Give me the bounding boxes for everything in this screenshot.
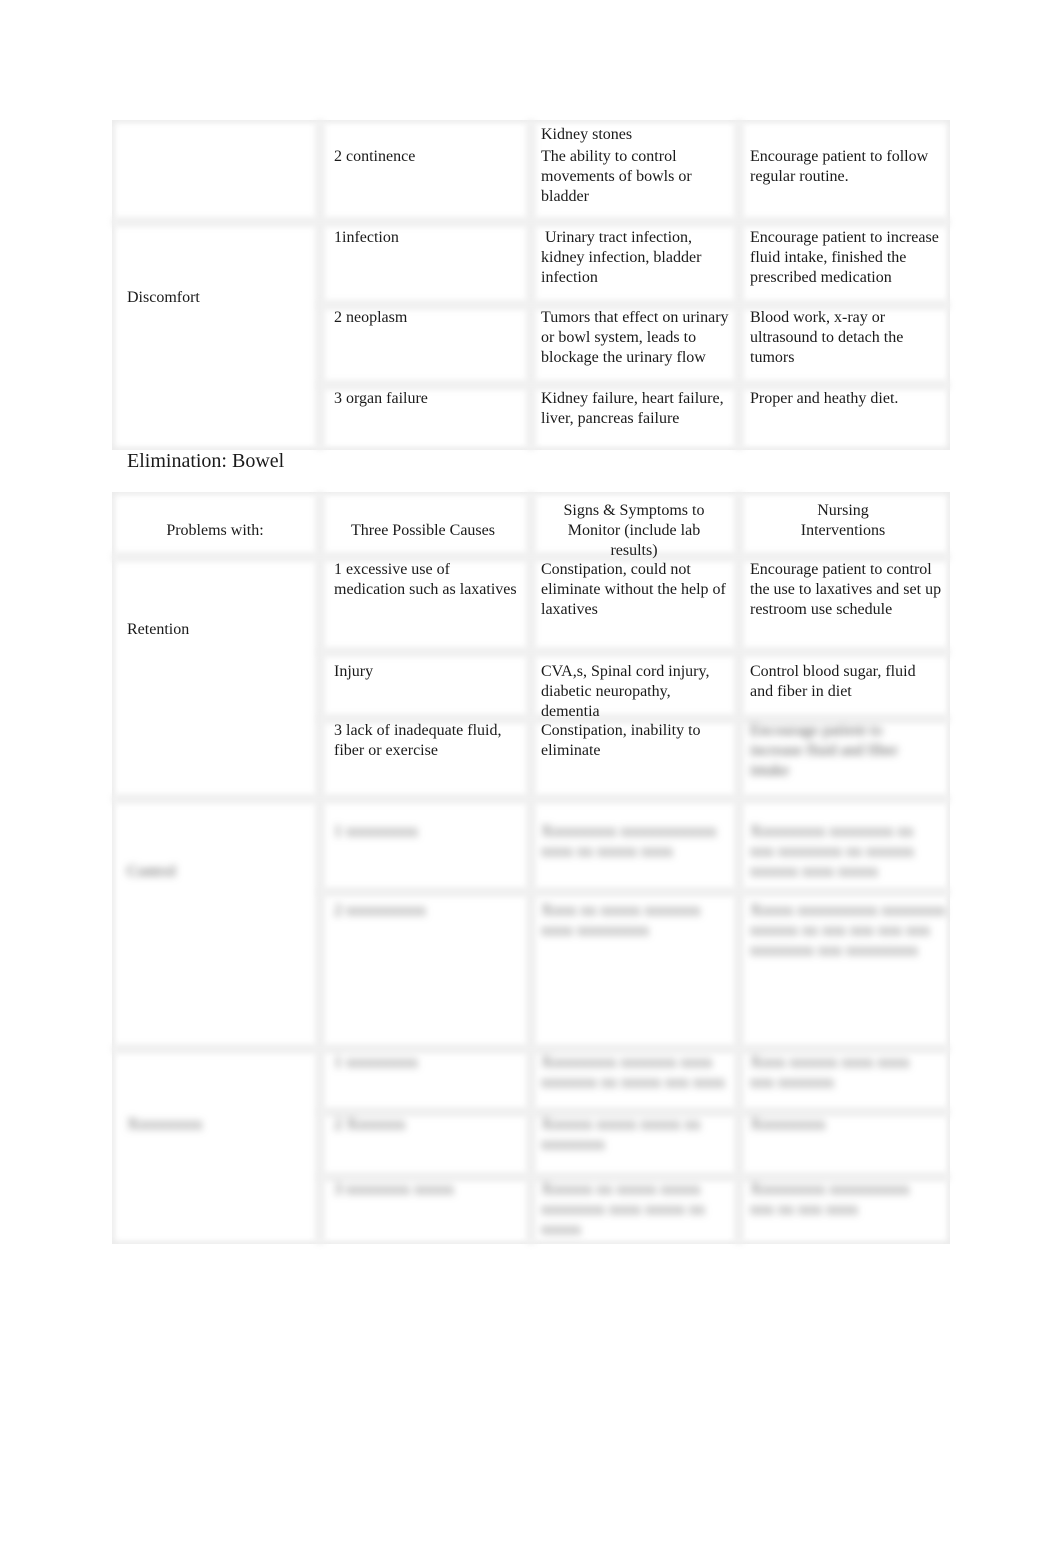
table-cell-intervention: Encourage patient to increase fluid inta…	[750, 229, 939, 286]
table-cell-cause: Injury	[334, 663, 374, 680]
column-divider	[526, 492, 536, 1244]
table-cell-signs: The ability to control movements of bowl…	[541, 148, 692, 205]
section-heading: Elimination: Bowel	[127, 450, 285, 472]
header-problem: Problems with:	[166, 522, 264, 539]
table-cell-cause: 2 Xxxxxxx	[334, 1116, 406, 1133]
header-cause: Three Possible Causes	[351, 522, 495, 539]
header-signs: Signs & Symptoms to Monitor (include lab…	[563, 502, 705, 559]
table-cell-cause: 2 xxxxxxxxxx	[334, 902, 426, 919]
table-cell-signs: Kidney failure, heart failure, liver, pa…	[541, 390, 724, 427]
table-cell-intervention: Encourage patient to control the use to …	[750, 561, 942, 618]
table-cell-cause: 3 organ failure	[334, 390, 428, 407]
table-cell-signs: Xxxxxxxxx xxxxxxx xxxx xxxxxxx xx xxxxx …	[541, 1054, 725, 1091]
table-cell-problem: Retention	[127, 621, 190, 638]
column-divider	[315, 120, 325, 450]
row-divider	[112, 217, 950, 227]
column-divider	[315, 492, 325, 1244]
table-cell-cause: 3 xxxxxxxx xxxxx	[334, 1181, 454, 1198]
table-cell-intervention: Xxxxxxxxx	[750, 1116, 826, 1133]
table-cell-intervention: Xxxxxxxxx xxxxxxxxxx xxx xx xxx xxxx	[750, 1181, 910, 1218]
table-cell-intervention: Xxxx xxxxxx xxxx xxxx xxx xxxxxxx	[750, 1054, 910, 1091]
table-cell-intervention: Encourage patient to follow regular rout…	[750, 148, 929, 185]
table-cell-signs: Constipation, could not eliminate withou…	[541, 561, 726, 618]
table-cell-cause: 2 continence	[334, 148, 416, 165]
column-divider	[734, 492, 744, 1244]
row-divider	[317, 887, 950, 897]
table-cell-problem: Control	[127, 863, 176, 880]
table-cell-signs: Constipation, inability to eliminate	[541, 722, 701, 759]
table-cell-problem: Discomfort	[127, 289, 200, 306]
table-cell-signs: Kidney stones	[541, 126, 633, 143]
table-cell-signs: Tumors that effect on urinary or bowl sy…	[541, 309, 729, 366]
table-cell-cause: 3 lack of inadequate fluid, fiber or exe…	[334, 722, 502, 759]
table-cell-signs: Xxxxxx xx xxxxx xxxxx xxxxxxxx xxxx xxxx…	[541, 1181, 705, 1238]
table-cell-intervention: Xxxxxxxxx xxxxxxxx xx xxx xxxxxxxx xx xx…	[750, 823, 914, 880]
table-cell-cause: 2 neoplasm	[334, 309, 408, 326]
column-divider	[734, 120, 744, 450]
table-cell-cause: 1 excessive use of medication such as la…	[334, 561, 517, 598]
table-cell-signs: Xxxxxxxxx xxxxxxxxxxxx xxxx xx xxxxx xxx…	[541, 823, 717, 860]
table-cell-intervention: Proper and heathy diet.	[750, 390, 899, 407]
table-cell-intervention: Control blood sugar, fluid and fiber in …	[750, 663, 916, 700]
header-intervention: Nursing Interventions	[800, 502, 886, 539]
column-divider	[526, 120, 536, 450]
table-cell-intervention: Encourage patient to increase fluid and …	[750, 722, 898, 779]
table-cell-cause: 1infection	[334, 229, 399, 246]
table-cell-problem: Xxxxxxxxx	[127, 1116, 203, 1133]
table-cell-cause: 1 xxxxxxxxx	[334, 1054, 418, 1071]
table-cell-signs: Xxxx xx xxxxx xxxxxxx xxxx xxxxxxxxx	[541, 902, 701, 939]
table-cell-cause: 1 xxxxxxxxx	[334, 823, 418, 840]
table-cell-intervention: Xxxxx xxxxxxxxxx xxxxxxxx xxxxxx xx xxx …	[750, 902, 946, 959]
table-cell-signs: Urinary tract infection, kidney infectio…	[541, 229, 706, 286]
table-cell-intervention: Blood work, x-ray or ultrasound to detac…	[750, 309, 904, 366]
row-divider	[112, 794, 950, 804]
table-cell-signs: Xxxxxx xxxxx xxxxx xx xxxxxxxx	[541, 1116, 701, 1153]
row-divider	[317, 647, 950, 657]
table-cell-signs: CVA,s, Spinal cord injury, diabetic neur…	[541, 663, 710, 720]
